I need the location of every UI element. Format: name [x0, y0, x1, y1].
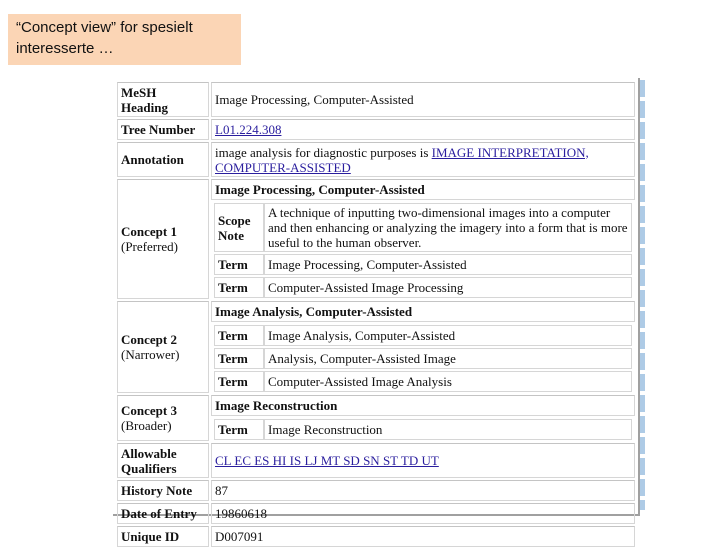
concept-2-title: Concept 2 — [121, 332, 177, 347]
callout-box: “Concept view” for spesielt interesserte… — [8, 14, 241, 65]
concept-2-name-text: Image Analysis, Computer-Assisted — [215, 304, 413, 319]
history-note-value: 87 — [211, 480, 635, 501]
term-value: Image Reconstruction — [264, 419, 632, 440]
callout-line-1: “Concept view” for spesielt — [16, 19, 193, 36]
date-of-entry-value: 19860618 — [211, 503, 635, 524]
term-value: Computer-Assisted Image Analysis — [264, 371, 632, 392]
annotation-value: image analysis for diagnostic purposes i… — [211, 142, 635, 177]
scope-note-row: Scope Note A technique of inputting two-… — [214, 203, 632, 252]
term-row: Term Image Reconstruction — [214, 419, 632, 440]
callout-line-2: interesserte … — [16, 40, 114, 57]
concept-2-inner-table: Term Image Analysis, Computer-Assisted T… — [214, 323, 632, 394]
concept-3-label: Concept 3 (Broader) — [117, 395, 209, 441]
allowable-qualifiers-label: Allowable Qualifiers — [117, 443, 209, 478]
row-annotation: Annotation image analysis for diagnostic… — [117, 142, 635, 177]
term-value: Image Analysis, Computer-Assisted — [264, 325, 632, 346]
mesh-heading-value: Image Processing, Computer-Assisted — [211, 82, 635, 117]
row-mesh-heading: MeSH Heading Image Processing, Computer-… — [117, 82, 635, 117]
concept-2-name: Image Analysis, Computer-Assisted — [211, 301, 635, 322]
mesh-heading-label: MeSH Heading — [117, 82, 209, 117]
concept-3-inner-table: Term Image Reconstruction — [214, 417, 632, 442]
date-of-entry-label: Date of Entry — [117, 503, 209, 524]
row-allowable-qualifiers: Allowable Qualifiers CL EC ES HI IS LJ M… — [117, 443, 635, 478]
tree-number-label: Tree Number — [117, 119, 209, 140]
concept-2-relation: (Narrower) — [121, 347, 180, 362]
annotation-label: Annotation — [117, 142, 209, 177]
row-date-of-entry: Date of Entry 19860618 — [117, 503, 635, 524]
concept-3-details: Term Image Reconstruction — [211, 418, 635, 441]
allowable-qualifiers-label-line2: Qualifiers — [121, 460, 177, 476]
mesh-record-screenshot: MeSH Heading Image Processing, Computer-… — [113, 78, 640, 547]
term-value: Analysis, Computer-Assisted Image — [264, 348, 632, 369]
term-label: Term — [214, 371, 264, 392]
mesh-heading-label-line1: MeSH — [121, 84, 157, 100]
term-label: Term — [214, 254, 264, 275]
history-note-label: History Note — [117, 480, 209, 501]
term-label: Term — [214, 348, 264, 369]
concept-1-title: Concept 1 — [121, 224, 177, 239]
concept-1-name-text: Image Processing, Computer-Assisted — [215, 182, 425, 197]
term-label: Term — [214, 325, 264, 346]
row-concept-3: Concept 3 (Broader) Image Reconstruction — [117, 395, 635, 441]
concept-3-name: Image Reconstruction — [211, 395, 635, 416]
term-label: Term — [214, 419, 264, 440]
row-concept-1: Concept 1 (Preferred) Image Processing, … — [117, 179, 635, 299]
concept-3-name-text: Image Reconstruction — [215, 398, 338, 413]
unique-id-label: Unique ID — [117, 526, 209, 547]
concept-3-relation: (Broader) — [121, 418, 172, 433]
concept-2-details: Term Image Analysis, Computer-Assisted T… — [211, 324, 635, 393]
row-unique-id: Unique ID D007091 — [117, 526, 635, 547]
annotation-link-line1[interactable]: IMAGE INTERPRETATION, — [432, 145, 589, 160]
term-row: Term Computer-Assisted Image Processing — [214, 277, 632, 298]
row-history-note: History Note 87 — [117, 480, 635, 501]
concept-1-relation: (Preferred) — [121, 239, 179, 254]
scope-note-label: Scope Note — [214, 203, 264, 252]
term-value: Computer-Assisted Image Processing — [264, 277, 632, 298]
allowable-qualifiers-label-line1: Allowable — [121, 445, 177, 461]
concept-1-details: Scope Note A technique of inputting two-… — [211, 202, 635, 299]
term-row: Term Analysis, Computer-Assisted Image — [214, 348, 632, 369]
term-label: Term — [214, 277, 264, 298]
concept-1-label: Concept 1 (Preferred) — [117, 179, 209, 299]
annotation-text: image analysis for diagnostic purposes i… — [215, 144, 432, 160]
mesh-heading-label-line2: Heading — [121, 99, 168, 115]
concept-1-name: Image Processing, Computer-Assisted — [211, 179, 635, 200]
term-value: Image Processing, Computer-Assisted — [264, 254, 632, 275]
term-row: Term Image Processing, Computer-Assisted — [214, 254, 632, 275]
mesh-record-table: MeSH Heading Image Processing, Computer-… — [115, 80, 637, 549]
scrollbar-edge — [640, 80, 645, 510]
term-row: Term Image Analysis, Computer-Assisted — [214, 325, 632, 346]
allowable-qualifiers-link[interactable]: CL EC ES HI IS LJ MT SD SN ST TD UT — [215, 453, 439, 468]
annotation-link-line2[interactable]: COMPUTER-ASSISTED — [215, 160, 351, 175]
term-row: Term Computer-Assisted Image Analysis — [214, 371, 632, 392]
tree-number-link[interactable]: L01.224.308 — [215, 122, 281, 137]
concept-1-inner-table: Scope Note A technique of inputting two-… — [214, 201, 632, 300]
scope-note-label-line2: Note — [218, 227, 244, 243]
unique-id-value: D007091 — [211, 526, 635, 547]
row-tree-number: Tree Number L01.224.308 — [117, 119, 635, 140]
concept-3-title: Concept 3 — [121, 403, 177, 418]
row-concept-2: Concept 2 (Narrower) Image Analysis, Com… — [117, 301, 635, 393]
concept-2-label: Concept 2 (Narrower) — [117, 301, 209, 393]
scope-note-text: A technique of inputting two-dimensional… — [264, 203, 632, 252]
scope-note-label-line1: Scope — [218, 212, 251, 228]
